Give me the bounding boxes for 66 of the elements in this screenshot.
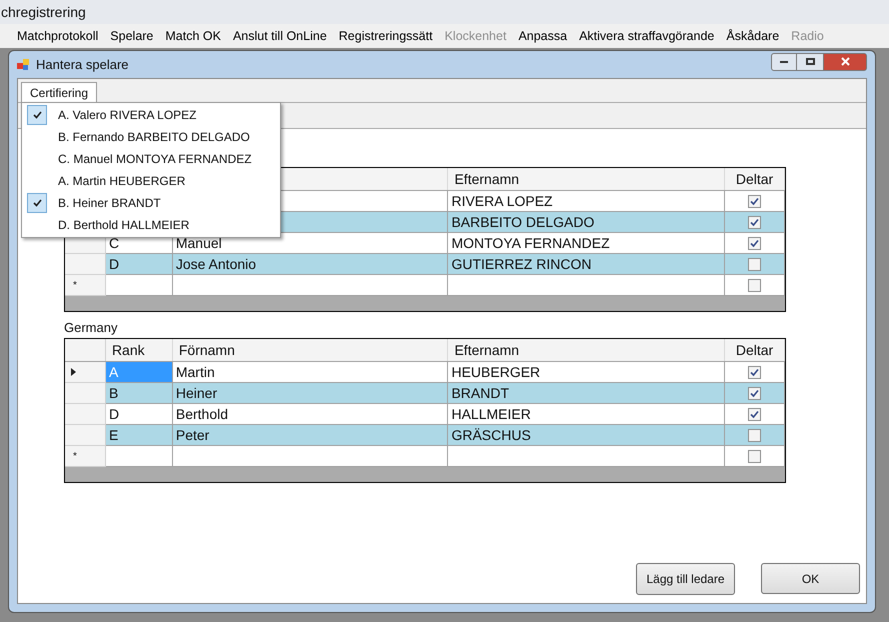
table-cell: Jose Antonio: [172, 254, 448, 275]
app-icon: [17, 58, 30, 71]
current-row-icon: [71, 368, 76, 376]
table-cell: [106, 446, 173, 467]
row-header[interactable]: [65, 362, 106, 383]
menu-item[interactable]: B. Heiner BRANDT: [22, 192, 280, 214]
tab[interactable]: Certifiering: [21, 82, 98, 102]
close-icon: [840, 57, 850, 66]
column-header[interactable]: Efternamn: [448, 339, 726, 361]
app-title: chregistrering: [1, 2, 86, 22]
checkbox[interactable]: [748, 194, 762, 208]
menu-item[interactable]: D. Berthold HALLMEIER: [22, 214, 280, 236]
maximize-button[interactable]: [797, 52, 823, 70]
menu-item[interactable]: B. Fernando BARBEITO DELGADO: [22, 126, 280, 148]
table-cell: Manuel: [172, 233, 448, 254]
table-cell: D: [106, 404, 173, 425]
menu-item[interactable]: C. Manuel MONTOYA FERNANDEZ: [22, 148, 280, 170]
checkbox[interactable]: [748, 278, 762, 292]
table-cell: MONTOYA FERNANDEZ: [448, 233, 726, 254]
column-header[interactable]: Deltar: [725, 168, 785, 190]
checkbox[interactable]: [748, 366, 762, 378]
column-header[interactable]: Efternamn: [448, 168, 726, 190]
menu-item[interactable]: Spelare: [105, 26, 158, 46]
menu-item[interactable]: Matchprotokoll: [12, 26, 104, 46]
checkbox[interactable]: [748, 450, 762, 462]
column-header[interactable]: Deltar: [725, 339, 785, 361]
checkbox[interactable]: [748, 408, 762, 420]
row-header[interactable]: *: [65, 446, 106, 467]
column-header[interactable]: Rank: [106, 339, 173, 361]
checkbox[interactable]: [748, 258, 762, 270]
table-cell: BARBEITO DELGADO: [448, 212, 726, 233]
table-cell: E: [106, 425, 173, 446]
checkbox[interactable]: [748, 236, 762, 250]
ok-button[interactable]: OK: [761, 563, 860, 594]
table-cell: [106, 275, 173, 296]
table-cell: A: [106, 362, 173, 383]
menu-item[interactable]: Aktivera straffavgörande: [574, 26, 720, 46]
table-cell: Berthold: [172, 404, 448, 425]
checkbox[interactable]: [748, 216, 762, 228]
table-cell: Peter: [172, 425, 448, 446]
minimize-button[interactable]: [771, 52, 797, 70]
table-cell: BRANDT: [448, 383, 726, 404]
table-cell: GUTIERREZ RINCON: [448, 254, 726, 275]
table-cell: GRÄSCHUS: [448, 425, 726, 446]
table-cell: D: [106, 254, 173, 275]
close-button[interactable]: [823, 52, 867, 70]
menu-item[interactable]: Registreringssätt: [334, 26, 438, 46]
checkbox[interactable]: [748, 386, 762, 400]
menu-item[interactable]: Anpassa: [513, 26, 572, 46]
table-cell: Martin: [172, 362, 448, 383]
add-leader-button[interactable]: Lägg till ledare: [636, 563, 735, 595]
dialog-title: Hantera spelare: [36, 56, 128, 74]
checkbox[interactable]: [748, 428, 762, 442]
table-cell: RIVERA LOPEZ: [448, 191, 726, 212]
menu-item[interactable]: Åskådare: [721, 26, 784, 46]
table-cell: B: [106, 383, 173, 404]
column-header[interactable]: Förnamn: [172, 339, 448, 361]
table-cell: HALLMEIER: [448, 404, 726, 425]
menu-item[interactable]: Match OK: [160, 26, 226, 46]
table-cell: Heiner: [172, 383, 448, 404]
table-cell: HEUBERGER: [448, 362, 726, 383]
menu-item[interactable]: A. Valero RIVERA LOPEZ: [22, 104, 280, 126]
team-name: Germany: [64, 318, 118, 337]
menu-item[interactable]: Anslut till OnLine: [228, 26, 332, 46]
row-header[interactable]: *: [65, 275, 106, 296]
menu-item[interactable]: A. Martin HEUBERGER: [22, 170, 280, 192]
